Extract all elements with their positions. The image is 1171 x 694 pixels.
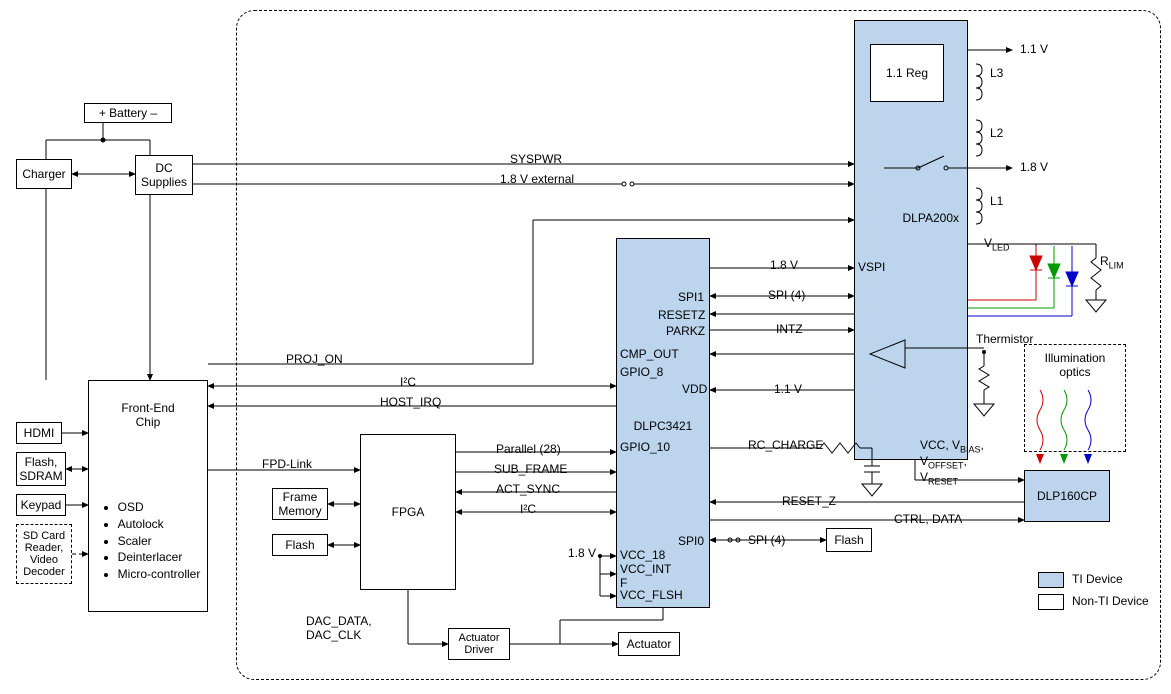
actuator-label: Actuator	[627, 637, 672, 651]
gpio10-port: GPIO_10	[620, 440, 670, 454]
actuator-driver-block: Actuator Driver	[448, 628, 510, 660]
L2-label: L2	[990, 126, 1003, 140]
spi1-port: SPI1	[678, 290, 704, 304]
charger-label: Charger	[22, 167, 65, 181]
hostirq-label: HOST_IRQ	[380, 395, 441, 409]
out11-label: 1.1 V	[1020, 42, 1048, 56]
resetz2-label: RESET_Z	[782, 494, 836, 508]
spi04-label: SPI (4)	[748, 533, 785, 547]
legend-ti-label: TI Device	[1072, 572, 1123, 586]
battery-label: + Battery –	[99, 106, 157, 120]
keypad-block: Keypad	[16, 494, 66, 516]
rc-charge-label: RC_CHARGE	[748, 438, 823, 452]
reg11-label: 1.1 Reg	[886, 66, 928, 80]
legend-ti-swatch	[1038, 572, 1064, 588]
hdmi-label: HDMI	[24, 426, 55, 440]
sdcard-block: SD Card Reader, Video Decoder	[16, 524, 72, 584]
sdcard-label: SD Card Reader, Video Decoder	[23, 530, 65, 578]
front-end-list: OSD Autolock Scaler Deinterlacer Micro-c…	[96, 499, 201, 583]
vreset-label: VRESET	[920, 470, 958, 486]
dc-supplies-label: DC Supplies	[141, 161, 187, 189]
intz-label: INTZ	[776, 322, 803, 336]
flash-sdram-block: Flash, SDRAM	[16, 452, 66, 486]
thermistor-label: Thermistor	[976, 332, 1033, 346]
parkz-port: PARKZ	[666, 324, 705, 338]
spi4-label: SPI (4)	[768, 288, 805, 302]
battery-block: + Battery –	[84, 103, 172, 123]
vspi18-label: 1.8 V	[770, 258, 798, 272]
front-end-block: Front-End Chip OSD Autolock Scaler Deint…	[88, 380, 208, 612]
reg11-block: 1.1 Reg	[870, 44, 944, 102]
resetz-port: RESETZ	[658, 308, 705, 322]
vled-label: VLED	[984, 236, 1010, 252]
keypad-label: Keypad	[21, 498, 62, 512]
fpga-flash-label: Flash	[285, 538, 314, 552]
vcc-bias-label: VCC, VBIAS,	[920, 438, 984, 454]
dlpa-label: DLPA200x	[903, 211, 959, 225]
dac-label: DAC_DATA, DAC_CLK	[306, 614, 372, 642]
dc-supplies-block: DC Supplies	[135, 155, 193, 195]
i2c-label: I²C	[400, 375, 416, 389]
vdd11-label: 1.1 V	[774, 382, 802, 396]
voffset-label: VOFFSET,	[920, 454, 967, 470]
L1-label: L1	[990, 194, 1003, 208]
subframe-label: SUB_FRAME	[494, 462, 567, 476]
spi0-port: SPI0	[678, 534, 704, 548]
flash-sdram-label: Flash, SDRAM	[19, 455, 62, 483]
par28-label: Parallel (28)	[496, 442, 561, 456]
vdd-port: VDD	[682, 382, 707, 396]
cmp-out-port: CMP_OUT	[620, 347, 679, 361]
act-sync-label: ACT_SYNC	[496, 482, 560, 496]
L3-label: L3	[990, 66, 1003, 80]
fpga-block: FPGA	[360, 434, 456, 590]
actuator-block: Actuator	[618, 632, 680, 656]
vcc18-port: VCC_18	[620, 548, 665, 562]
sig18v-label: 1.8 V	[568, 546, 596, 560]
charger-block: Charger	[16, 159, 72, 189]
dlpc-label: DLPC3421	[634, 419, 693, 433]
legend-nonti-swatch	[1038, 594, 1064, 610]
illum-block: Illumination optics	[1024, 344, 1126, 452]
hdmi-block: HDMI	[16, 422, 62, 444]
out18-label: 1.8 V	[1020, 160, 1048, 174]
fpga-flash-block: Flash	[272, 534, 328, 556]
frame-memory-label: Frame Memory	[278, 490, 321, 518]
spi-flash-label: Flash	[834, 533, 863, 547]
gpio8-port: GPIO_8	[620, 365, 663, 379]
legend-nonti-label: Non-TI Device	[1072, 594, 1149, 608]
proj-on-label: PROJ_ON	[286, 352, 343, 366]
fpga-label: FPGA	[392, 505, 425, 519]
ctrldata-label: CTRL, DATA	[894, 512, 962, 526]
actuator-driver-label: Actuator Driver	[459, 632, 500, 656]
vspi-port: VSPI	[858, 260, 885, 274]
dlp160-block: DLP160CP	[1024, 470, 1110, 522]
frame-memory-block: Frame Memory	[272, 488, 328, 520]
ext18-label: 1.8 V external	[500, 172, 574, 186]
dlp160-label: DLP160CP	[1037, 489, 1097, 503]
front-end-title: Front-End Chip	[121, 401, 174, 429]
vccint-port: VCC_INT F	[620, 562, 671, 590]
vccflsh-port: VCC_FLSH	[620, 588, 683, 602]
rlim-label: RLIM	[1100, 254, 1124, 270]
i2c2-label: I²C	[520, 502, 536, 516]
illum-label: Illumination optics	[1045, 351, 1106, 379]
spi-flash-block: Flash	[826, 528, 872, 552]
fpdlink-label: FPD-Link	[262, 457, 312, 471]
syspwr-label: SYSPWR	[510, 152, 562, 166]
